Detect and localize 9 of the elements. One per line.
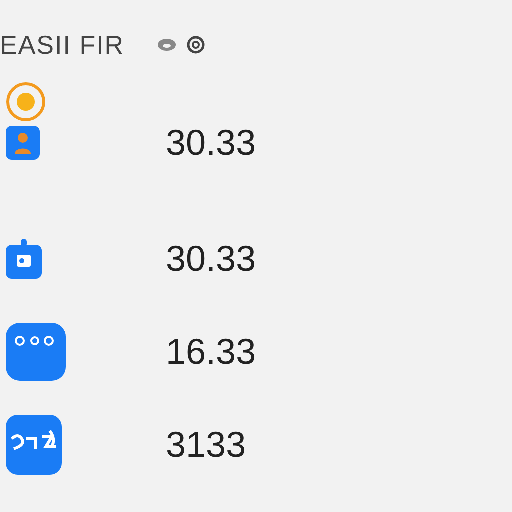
value-text: 3133 [166, 424, 246, 466]
app-title: EASII FIR [0, 30, 125, 60]
person-icon [6, 126, 40, 160]
chat-icon [6, 322, 66, 380]
sign-icon [6, 414, 62, 474]
sun-icon [6, 82, 46, 122]
value-text: 30.33 [166, 122, 256, 164]
value-text: 16.33 [166, 330, 256, 372]
value-text: 30.33 [166, 238, 256, 280]
